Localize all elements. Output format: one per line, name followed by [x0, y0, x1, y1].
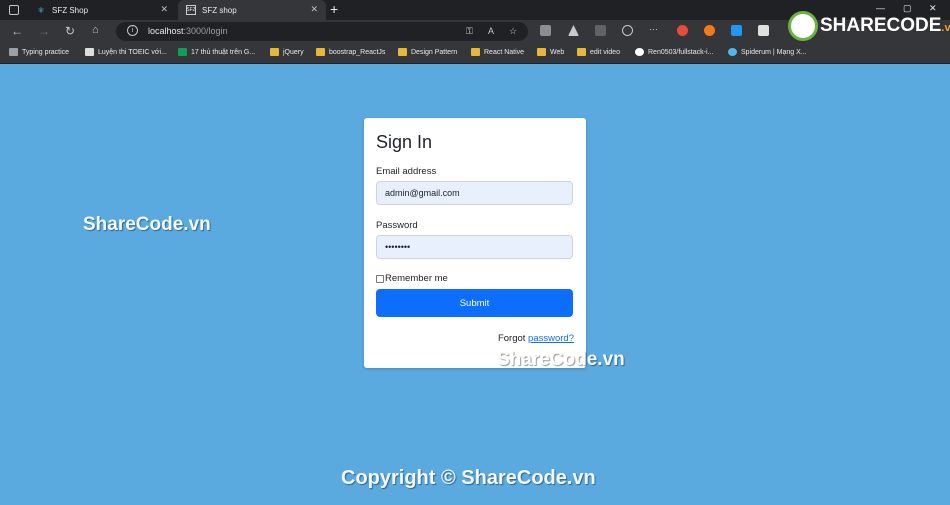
bookmark-thu-thuat[interactable]: 17 thủ thuật trên G... [178, 48, 255, 56]
bookmark-edit-video[interactable]: edit video [577, 48, 620, 56]
folder-icon [270, 48, 279, 56]
password-label: Password [376, 220, 418, 231]
remember-me-label: Remember me [385, 273, 448, 284]
watermark-left: ShareCode.vn [83, 214, 211, 235]
fox-extension-icon[interactable] [704, 25, 715, 36]
folder-icon [577, 48, 586, 56]
bookmark-github[interactable]: Ren0503/fullstack-i... [635, 48, 713, 56]
extension-icon[interactable] [595, 25, 606, 36]
bookmark-typing-practice[interactable]: Typing practice [9, 48, 69, 56]
watermark-footer: Copyright © ShareCode.vn [341, 467, 596, 489]
new-tab-icon[interactable]: + [330, 1, 338, 17]
read-aloud-icon[interactable]: A [488, 26, 494, 36]
home-icon[interactable]: ⌂ [92, 24, 99, 36]
tab-sfz-shop-1[interactable]: ⚛ SFZ Shop ✕ [28, 0, 176, 20]
tab-title: SFZ Shop [52, 5, 89, 15]
triangle-extension-icon[interactable] [568, 25, 579, 36]
favorite-icon[interactable]: ☆ [509, 26, 517, 37]
sharecode-logo-icon [788, 11, 818, 41]
typing-icon [9, 48, 18, 56]
forgot-password-link[interactable]: password? [528, 333, 574, 344]
back-icon[interactable]: ← [11, 24, 23, 38]
spiderum-icon [728, 48, 737, 56]
page-title: Sign In [376, 132, 433, 152]
sfz-favicon-icon: SFZ [186, 5, 196, 15]
bookmark-toeic[interactable]: Luyện thi TOEIC với... [85, 48, 167, 56]
url-text[interactable]: localhost:3000/login [148, 26, 228, 36]
more-extensions-icon[interactable]: ⋯ [649, 25, 660, 36]
compass-extension-icon[interactable] [622, 25, 633, 36]
bookmark-web[interactable]: Web [537, 48, 564, 56]
forgot-password: Forgot password? [497, 333, 574, 344]
submit-button[interactable]: Submit [376, 289, 573, 317]
reload-icon[interactable]: ↻ [65, 24, 75, 38]
watermark-center: ShareCode.vn [497, 349, 625, 370]
window-menu-icon[interactable] [9, 5, 19, 15]
toeic-icon [85, 48, 94, 56]
document-extension-icon[interactable] [758, 25, 769, 36]
browser-chrome: ⚛ SFZ Shop ✕ SFZ SFZ shop ✕ + — ▢ ✕ ← → … [0, 0, 950, 64]
password-field[interactable] [376, 235, 573, 259]
tab-sfz-shop-2[interactable]: SFZ SFZ shop ✕ [178, 0, 326, 20]
folder-icon [471, 48, 480, 56]
bookmark-spiderum[interactable]: Spiderum | Mạng X... [728, 48, 807, 56]
sharecode-logo: SHARECODE.vn [788, 10, 950, 42]
sheet-icon [178, 48, 187, 56]
github-icon [635, 48, 644, 56]
shield-extension-icon[interactable] [540, 25, 551, 36]
address-bar[interactable]: i localhost:3000/login ⚿ A ☆ [116, 22, 528, 41]
bookmark-jquery[interactable]: jQuery [270, 48, 304, 56]
react-icon: ⚛ [37, 5, 45, 15]
bookmark-react-native[interactable]: React Native [471, 48, 524, 56]
blue-extension-icon[interactable] [731, 25, 742, 36]
login-card: Sign In Email address Password Remember … [364, 118, 586, 368]
bookmarks-bar: Typing practice Luyện thi TOEIC với... 1… [0, 43, 950, 64]
bookmark-bootstrap-reactjs[interactable]: boostrap_ReactJs [316, 48, 385, 56]
info-icon[interactable]: i [127, 25, 138, 36]
forward-icon[interactable]: → [38, 24, 50, 38]
remember-me-checkbox[interactable] [376, 275, 384, 283]
folder-icon [398, 48, 407, 56]
key-icon[interactable]: ⚿ [466, 26, 473, 37]
bookmark-design-pattern[interactable]: Design Pattern [398, 48, 457, 56]
email-field[interactable] [376, 181, 573, 205]
close-tab-icon[interactable]: ✕ [310, 4, 318, 15]
folder-icon [316, 48, 325, 56]
red-extension-icon[interactable] [677, 25, 688, 36]
email-label: Email address [376, 166, 437, 177]
tab-title: SFZ shop [202, 5, 237, 15]
folder-icon [537, 48, 546, 56]
close-tab-icon[interactable]: ✕ [160, 4, 168, 15]
